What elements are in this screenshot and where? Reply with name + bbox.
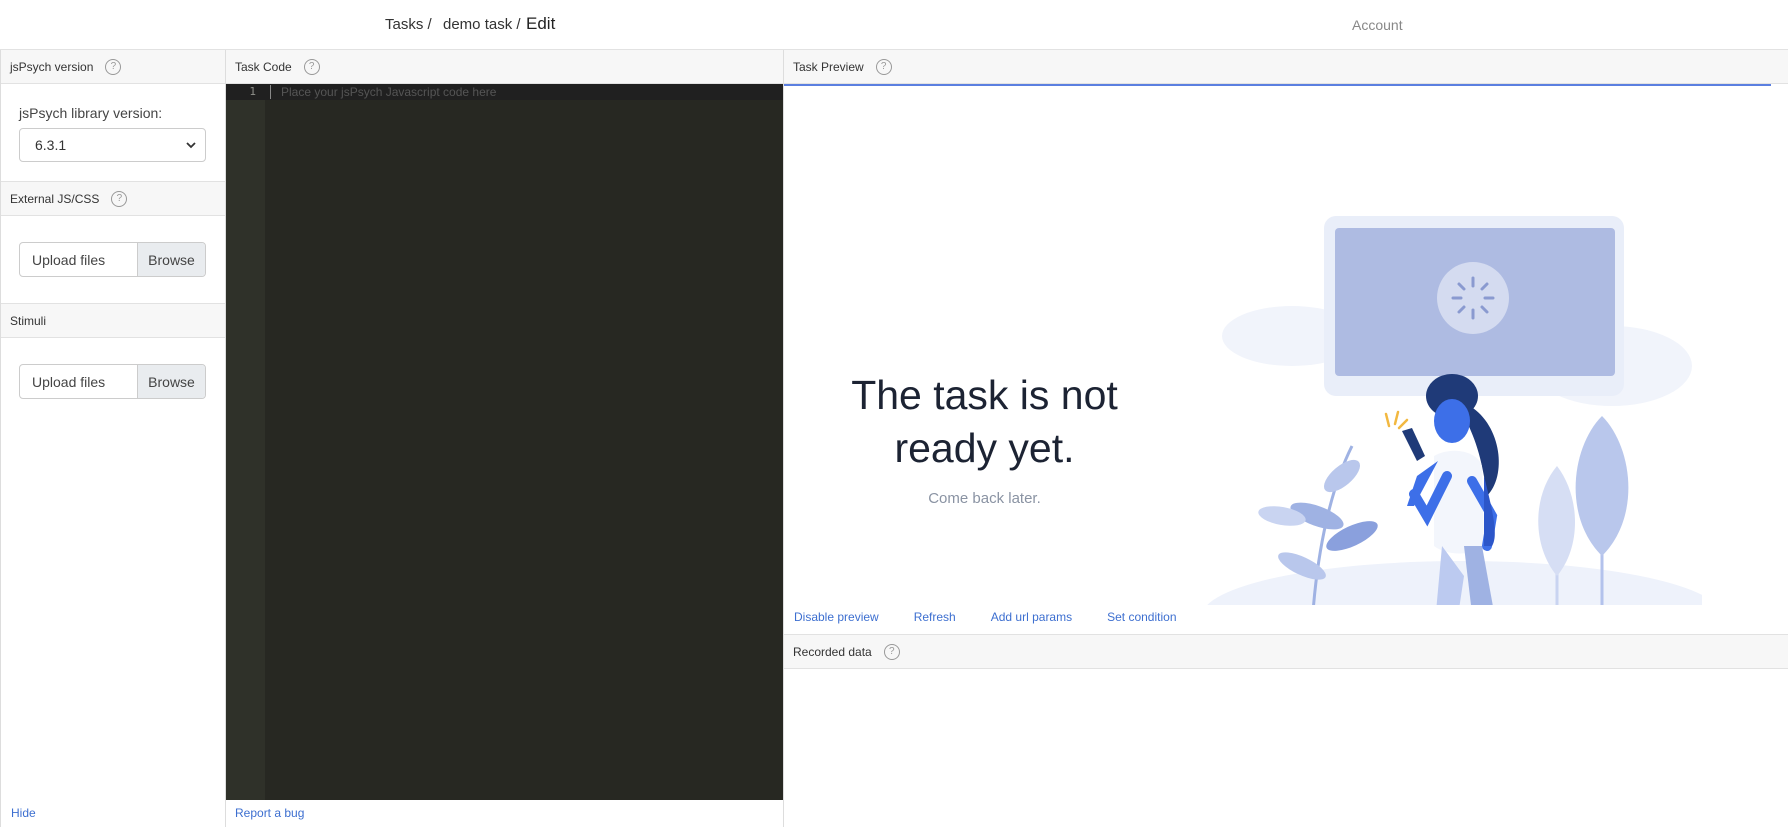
recorded-data-section: Recorded data ? bbox=[784, 634, 1788, 669]
editor-placeholder: Place your jsPsych Javascript code here bbox=[281, 85, 497, 99]
external-header: External JS/CSS ? bbox=[1, 182, 225, 216]
breadcrumb-tasks[interactable]: Tasks / bbox=[385, 16, 432, 33]
not-ready-illustration bbox=[1207, 216, 1702, 605]
disable-preview-link[interactable]: Disable preview bbox=[794, 610, 879, 624]
external-upload-field[interactable]: Upload files Browse bbox=[19, 242, 206, 277]
help-icon[interactable]: ? bbox=[111, 190, 128, 207]
help-icon[interactable]: ? bbox=[875, 58, 892, 75]
version-section: jsPsych version ? jsPsych library versio… bbox=[1, 50, 225, 182]
top-bar: Tasks / demo task / Edit Account bbox=[0, 0, 1788, 50]
text-cursor bbox=[270, 85, 271, 99]
code-editor[interactable]: 1 Place your jsPsych Javascript code her… bbox=[226, 84, 783, 800]
version-header-label: jsPsych version bbox=[10, 59, 94, 74]
recorded-data-header: Recorded data ? bbox=[784, 635, 1788, 669]
set-condition-link[interactable]: Set condition bbox=[1107, 610, 1176, 624]
preview-actions: Disable preview Refresh Add url params S… bbox=[794, 610, 1177, 624]
code-header-label: Task Code bbox=[235, 59, 292, 74]
preview-panel: Task Preview ? The task is not ready yet… bbox=[784, 50, 1788, 827]
help-icon[interactable]: ? bbox=[883, 643, 900, 660]
breadcrumb-task[interactable]: demo task / bbox=[443, 16, 521, 33]
code-panel: Task Code ? 1 Place your jsPsych Javascr… bbox=[226, 50, 784, 827]
library-version-value: 6.3.1 bbox=[35, 137, 67, 153]
external-browse-button[interactable]: Browse bbox=[137, 243, 205, 276]
stimuli-header: Stimuli bbox=[1, 304, 225, 338]
preview-header-label: Task Preview bbox=[793, 59, 864, 74]
stimuli-header-label: Stimuli bbox=[10, 313, 47, 328]
report-bug-link[interactable]: Report a bug bbox=[235, 806, 304, 820]
account-link[interactable]: Account bbox=[1352, 17, 1403, 33]
code-header: Task Code ? bbox=[226, 50, 783, 84]
stimuli-upload-field[interactable]: Upload files Browse bbox=[19, 364, 206, 399]
line-number: 1 bbox=[249, 85, 256, 98]
recorded-data-label: Recorded data bbox=[793, 644, 872, 659]
stimuli-section: Stimuli Upload files Browse bbox=[1, 304, 225, 399]
help-icon[interactable]: ? bbox=[105, 58, 122, 75]
stimuli-browse-button[interactable]: Browse bbox=[137, 365, 205, 398]
external-upload-placeholder[interactable]: Upload files bbox=[20, 243, 137, 276]
settings-sidebar: jsPsych version ? jsPsych library versio… bbox=[0, 50, 226, 827]
chevron-down-icon bbox=[186, 141, 196, 148]
add-url-params-link[interactable]: Add url params bbox=[991, 610, 1072, 624]
preview-header: Task Preview ? bbox=[784, 50, 1788, 84]
library-version-label: jsPsych library version: bbox=[19, 105, 163, 121]
external-section: External JS/CSS ? Upload files Browse bbox=[1, 182, 225, 304]
preview-frame[interactable]: The task is not ready yet. Come back lat… bbox=[784, 86, 1788, 605]
refresh-link[interactable]: Refresh bbox=[914, 610, 956, 624]
library-version-select[interactable]: 6.3.1 bbox=[19, 128, 206, 162]
not-ready-subtitle: Come back later. bbox=[928, 490, 1041, 507]
breadcrumb-current: Edit bbox=[526, 14, 556, 33]
stimuli-upload-placeholder[interactable]: Upload files bbox=[20, 365, 137, 398]
not-ready-title: The task is not ready yet. bbox=[851, 372, 1118, 471]
version-header: jsPsych version ? bbox=[1, 50, 225, 84]
help-icon[interactable]: ? bbox=[303, 58, 320, 75]
editor-gutter bbox=[226, 84, 265, 800]
external-header-label: External JS/CSS bbox=[10, 191, 100, 206]
hide-link[interactable]: Hide bbox=[11, 806, 36, 820]
